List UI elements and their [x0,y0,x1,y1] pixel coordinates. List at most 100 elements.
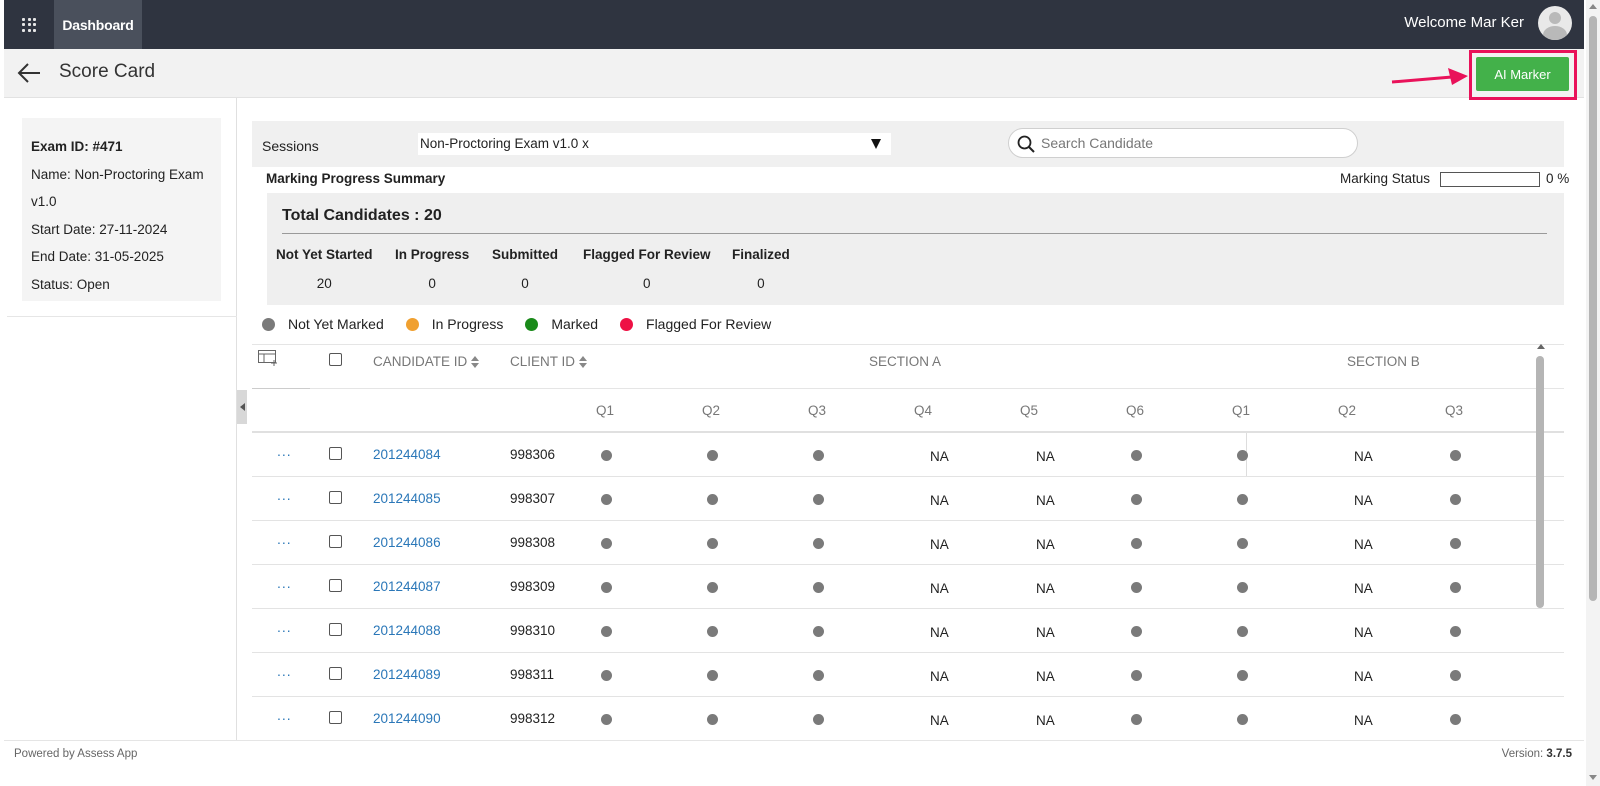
candidate-id-header[interactable]: CANDIDATE ID [373,354,480,369]
status-dot-icon[interactable] [707,582,718,593]
row-checkbox[interactable] [329,447,342,460]
row-menu[interactable]: ... [277,707,292,723]
caret-down-icon[interactable] [871,139,881,149]
status-dot-icon[interactable] [601,494,612,505]
candidate-id-link[interactable]: 201244088 [373,623,441,638]
status-dot-icon[interactable] [1131,494,1142,505]
table-row: ... 201244085 998307 NA NA NA [252,477,1564,521]
status-dot-icon[interactable] [601,626,612,637]
row-checkbox[interactable] [329,491,342,504]
row-menu[interactable]: ... [277,575,292,591]
score-cell: NA [1354,581,1373,596]
client-id: 998311 [510,667,555,682]
table-scrollbar[interactable] [1535,344,1545,740]
status-dot-icon[interactable] [1450,582,1461,593]
search-input[interactable] [1041,133,1341,153]
select-all-checkbox[interactable] [329,353,342,366]
status-dot-icon[interactable] [601,670,612,681]
status-dot-icon[interactable] [1131,582,1142,593]
row-checkbox[interactable] [329,711,342,724]
status-dot-icon[interactable] [1237,714,1248,725]
status-dot-icon[interactable] [1131,714,1142,725]
score-cell: NA [930,493,949,508]
exam-info-panel: Exam ID: #471 Name: Non-Proctoring Exam … [7,98,237,740]
status-dot-icon[interactable] [1450,670,1461,681]
dot-icon [405,317,419,331]
dashboard-tab[interactable]: Dashboard [54,0,142,49]
status-dot-icon[interactable] [1131,670,1142,681]
page-scrollbar[interactable] [1586,0,1600,786]
client-id-header[interactable]: CLIENT ID [510,354,588,369]
question-header-a-q6: Q6 [1126,403,1145,418]
row-menu[interactable]: ... [277,531,292,547]
status-dot-icon[interactable] [813,538,824,549]
status-dot-icon[interactable] [1450,626,1461,637]
row-checkbox[interactable] [329,623,342,636]
status-dot-icon[interactable] [1131,538,1142,549]
collapse-panel-icon[interactable] [237,390,247,424]
status-dot-icon[interactable] [1237,626,1248,637]
apps-grid-icon[interactable] [4,0,54,49]
status-dot-icon[interactable] [1450,450,1461,461]
status-dot-icon[interactable] [1450,714,1461,725]
status-dot-icon[interactable] [707,714,718,725]
question-header-a-q5: Q5 [1020,403,1039,418]
dot-icon [525,317,539,331]
question-header-b-q3: Q3 [1445,403,1464,418]
column-settings-icon[interactable] [258,350,278,366]
candidate-id-link[interactable]: 201244089 [373,667,441,682]
sessions-select[interactable]: Non-Proctoring Exam v1.0 x [418,133,891,155]
candidate-id-link[interactable]: 201244087 [373,579,441,594]
status-dot-icon[interactable] [1450,494,1461,505]
exam-id: Exam ID: #471 [31,139,123,154]
status-dot-icon[interactable] [707,450,718,461]
avatar[interactable] [1538,6,1572,40]
candidate-id-link[interactable]: 201244090 [373,711,441,726]
status-dot-icon[interactable] [813,582,824,593]
status-dot-icon[interactable] [707,494,718,505]
candidate-id-link[interactable]: 201244084 [373,447,441,462]
back-arrow-icon[interactable] [16,61,42,85]
row-menu[interactable]: ... [277,487,292,503]
table-header-row: CANDIDATE ID CLIENT ID SECTION A SECTION… [252,345,1564,389]
question-header-a-q3: Q3 [808,403,827,418]
ai-marker-button[interactable]: AI Marker [1476,57,1569,91]
exam-status: Status: Open [31,276,110,292]
candidate-id-link[interactable]: 201244085 [373,491,441,506]
status-dot-icon[interactable] [1450,538,1461,549]
status-dot-icon[interactable] [707,626,718,637]
status-dot-icon[interactable] [707,538,718,549]
version: Version: 3.7.5 [1501,748,1572,760]
score-cell: NA [1354,449,1373,464]
row-menu[interactable]: ... [277,619,292,635]
status-dot-icon[interactable] [601,538,612,549]
row-menu[interactable]: ... [277,663,292,679]
row-menu[interactable]: ... [277,443,292,459]
score-cell: NA [1036,581,1055,596]
status-dot-icon[interactable] [1237,450,1248,461]
status-dot-icon[interactable] [813,450,824,461]
section-a-header: SECTION A [869,354,942,369]
status-dot-icon[interactable] [1131,450,1142,461]
status-dot-icon[interactable] [813,494,824,505]
status-dot-icon[interactable] [813,714,824,725]
status-dot-icon[interactable] [601,582,612,593]
status-dot-icon[interactable] [601,714,612,725]
row-checkbox[interactable] [329,579,342,592]
footer: Powered by Assess App Version: 3.7.5 [4,740,1584,768]
status-dot-icon[interactable] [601,450,612,461]
status-dot-icon[interactable] [1237,538,1248,549]
status-dot-icon[interactable] [1237,670,1248,681]
status-dot-icon[interactable] [1237,582,1248,593]
arrow-pointer-icon [1391,68,1468,85]
row-checkbox[interactable] [329,535,342,548]
row-checkbox[interactable] [329,667,342,680]
status-dot-icon[interactable] [707,670,718,681]
status-dot-icon[interactable] [813,670,824,681]
client-id: 998310 [510,623,556,638]
status-dot-icon[interactable] [1131,626,1142,637]
client-id: 998312 [510,711,556,726]
status-dot-icon[interactable] [813,626,824,637]
status-dot-icon[interactable] [1237,494,1248,505]
candidate-id-link[interactable]: 201244086 [373,535,441,550]
